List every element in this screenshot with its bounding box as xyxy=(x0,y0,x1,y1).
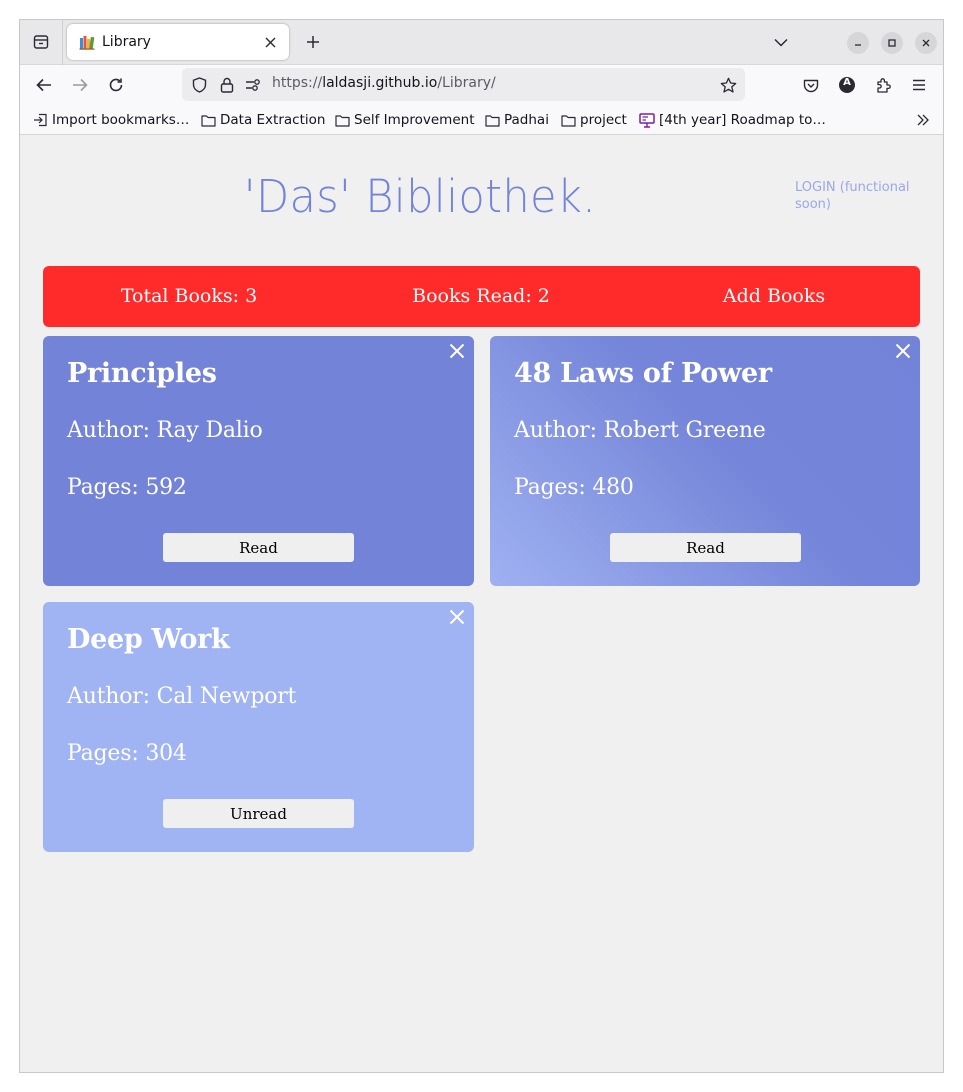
tab-overflow-button[interactable] xyxy=(770,31,792,53)
read-status-toggle[interactable]: Unread xyxy=(163,799,354,828)
bookmark-label: project xyxy=(580,112,627,128)
maximize-button[interactable] xyxy=(881,32,903,54)
import-icon xyxy=(34,113,47,127)
close-icon xyxy=(449,343,465,359)
book-author: Author: Cal Newport xyxy=(67,684,297,709)
forward-button[interactable] xyxy=(66,71,94,99)
site-security-button[interactable] xyxy=(218,76,236,94)
books-favicon-icon xyxy=(79,36,95,50)
bookmark-label: Data Extraction xyxy=(220,112,326,128)
url-text[interactable]: https://laldasji.github.io/Library/ xyxy=(272,75,496,91)
close-window-button[interactable] xyxy=(915,32,937,54)
bookmark-label: Import bookmarks… xyxy=(52,112,190,128)
remove-book-button[interactable] xyxy=(892,340,914,362)
url-scheme: https:// xyxy=(272,75,323,91)
book-pages: Pages: 304 xyxy=(67,741,187,766)
permissions-icon xyxy=(246,79,260,91)
book-author: Author: Robert Greene xyxy=(514,418,766,443)
book-card: Principles Author: Ray Dalio Pages: 592 … xyxy=(43,336,474,586)
star-icon xyxy=(720,77,736,93)
minimize-button[interactable] xyxy=(847,32,869,54)
navigation-bar: https://laldasji.github.io/Library/ A xyxy=(20,65,943,105)
bookmark-label: [4th year] Roadmap to… xyxy=(659,112,826,128)
bookmark-page-button[interactable] xyxy=(719,76,737,94)
bookmark-label: Self Improvement xyxy=(354,112,475,128)
remove-book-button[interactable] xyxy=(446,340,468,362)
book-title: Deep Work xyxy=(67,624,230,655)
tab-list-icon xyxy=(33,35,49,49)
add-books-button[interactable]: Add Books xyxy=(654,285,894,307)
account-initial: A xyxy=(843,77,851,88)
extensions-button[interactable] xyxy=(869,71,897,99)
app-menu-button[interactable] xyxy=(905,71,933,99)
remove-book-button[interactable] xyxy=(446,606,468,628)
new-tab-button[interactable] xyxy=(300,29,326,55)
books-read-stat: Books Read: 2 xyxy=(412,285,550,307)
tab-strip: Library xyxy=(20,20,943,65)
book-author: Author: Ray Dalio xyxy=(67,418,263,443)
site-permissions-button[interactable] xyxy=(244,76,262,94)
bookmark-folder-project[interactable]: project xyxy=(561,110,627,130)
book-title: 48 Laws of Power xyxy=(514,358,772,389)
chevron-down-icon xyxy=(774,38,788,47)
book-card: 48 Laws of Power Author: Robert Greene P… xyxy=(490,336,920,586)
presentation-icon xyxy=(639,112,655,128)
url-path: /Library/ xyxy=(437,75,496,91)
book-card: Deep Work Author: Cal Newport Pages: 304… xyxy=(43,602,474,852)
close-icon xyxy=(449,609,465,625)
site-title: 'Das' Bibliothek. xyxy=(243,170,597,223)
read-status-toggle[interactable]: Read xyxy=(610,533,801,562)
pocket-icon xyxy=(803,79,819,92)
minimize-icon xyxy=(855,44,861,46)
folder-icon xyxy=(335,114,350,127)
tracking-protection-button[interactable] xyxy=(190,76,208,94)
read-status-toggle[interactable]: Read xyxy=(163,533,354,562)
tab-title: Library xyxy=(102,34,151,50)
page-content: 'Das' Bibliothek. LOGIN (functional soon… xyxy=(20,136,943,1072)
book-pages: Pages: 592 xyxy=(67,475,187,500)
bookmark-folder-self-improvement[interactable]: Self Improvement xyxy=(335,110,475,130)
account-button[interactable]: A xyxy=(833,71,861,99)
list-all-tabs-button[interactable] xyxy=(26,28,56,56)
close-icon xyxy=(922,39,930,47)
maximize-icon xyxy=(888,39,896,47)
login-link[interactable]: LOGIN (functional soon) xyxy=(795,179,935,213)
book-pages: Pages: 480 xyxy=(514,475,634,500)
tab-library[interactable]: Library xyxy=(67,24,289,60)
plus-icon xyxy=(307,36,319,48)
bookmark-import[interactable]: Import bookmarks… xyxy=(33,110,189,130)
browser-window: Library https://laldasji.github.io/Libra… xyxy=(19,19,944,1073)
reload-button[interactable] xyxy=(102,71,130,99)
tab-separator xyxy=(62,20,63,65)
back-button[interactable] xyxy=(30,71,58,99)
arrow-left-icon xyxy=(36,78,51,92)
pocket-button[interactable] xyxy=(797,71,825,99)
more-bookmarks-button[interactable] xyxy=(913,111,933,129)
folder-icon xyxy=(485,114,500,127)
lock-icon xyxy=(220,77,234,93)
close-tab-button[interactable] xyxy=(261,33,279,51)
folder-icon xyxy=(561,114,576,127)
stats-bar: Total Books: 3 Books Read: 2 Add Books xyxy=(43,266,920,327)
bookmark-label: Padhai xyxy=(504,112,549,128)
folder-icon xyxy=(201,114,216,127)
bookmark-folder-data-extraction[interactable]: Data Extraction xyxy=(201,110,325,130)
hamburger-menu-icon xyxy=(913,79,925,91)
close-icon xyxy=(895,343,911,359)
bookmark-roadmap[interactable]: [4th year] Roadmap to… xyxy=(639,110,826,130)
total-books-stat: Total Books: 3 xyxy=(120,285,258,307)
book-title: Principles xyxy=(67,358,217,389)
chevron-double-right-icon xyxy=(917,114,929,126)
close-icon xyxy=(265,37,275,47)
puzzle-icon xyxy=(876,77,891,93)
shield-icon xyxy=(192,77,206,93)
bookmark-folder-padhai[interactable]: Padhai xyxy=(485,110,549,130)
url-host: laldasji.github.io xyxy=(322,75,438,91)
reload-icon xyxy=(109,78,123,92)
arrow-right-icon xyxy=(73,78,88,92)
bookmarks-toolbar: Import bookmarks… Data Extraction Self I… xyxy=(20,105,943,135)
address-bar[interactable]: https://laldasji.github.io/Library/ xyxy=(182,68,745,101)
